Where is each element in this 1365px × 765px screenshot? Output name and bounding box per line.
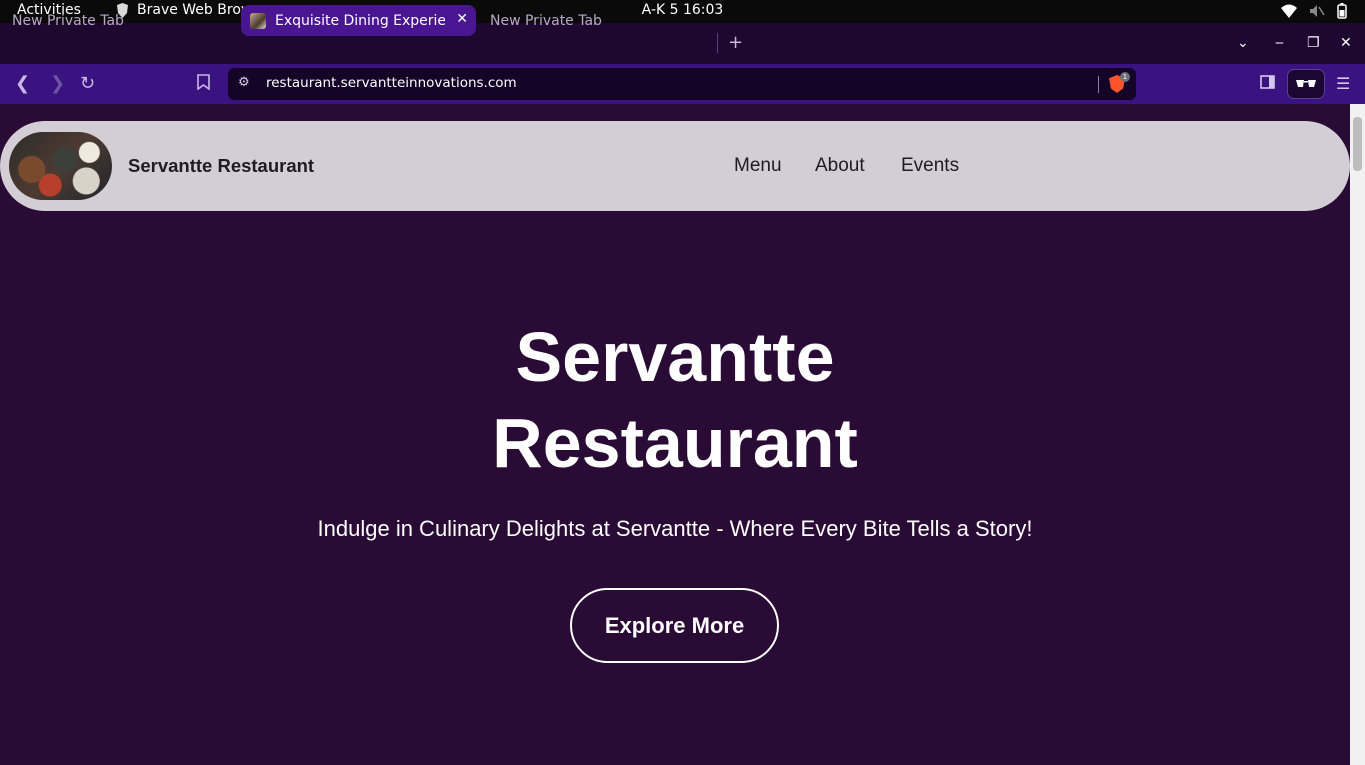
close-window-icon[interactable]: ✕ [1340,33,1352,53]
tab-list-chevron-down-icon[interactable]: ⌄ [1237,33,1249,53]
browser-toolbar: ❮ ❯ ↻ ⚙ restaurant.servantteinnovations.… [0,64,1365,104]
explore-more-button[interactable]: Explore More [570,588,779,663]
system-tray[interactable] [1281,3,1347,19]
page-scrollbar[interactable] [1350,104,1365,765]
reload-icon[interactable]: ↻ [80,74,95,94]
tab-new-private-2[interactable]: New Private Tab [478,5,713,36]
restaurant-logo-image[interactable] [9,132,112,200]
nav-link-menu[interactable]: Menu [734,155,782,177]
hero-title-line-2: Restaurant [492,404,858,482]
tab-title: New Private Tab [490,12,602,29]
forward-arrow-icon[interactable]: ❯ [50,74,65,94]
nav-link-about[interactable]: About [815,155,865,177]
private-window-glasses-icon[interactable] [1287,69,1325,99]
close-tab-icon[interactable]: ✕ [456,11,468,27]
site-navbar: Servantte Restaurant Menu About Events [0,121,1350,211]
shields-count-badge: 1 [1120,72,1130,82]
site-settings-icon[interactable]: ⚙ [238,75,250,90]
wifi-icon [1281,4,1297,18]
nav-link-events[interactable]: Events [901,155,959,177]
address-bar[interactable]: ⚙ restaurant.servantteinnovations.com 1 [228,68,1136,100]
hero-title: Servantte Restaurant [0,314,1350,486]
restaurant-favicon-icon [250,12,266,29]
tab-title: New Private Tab [12,12,124,29]
hero-subtitle: Indulge in Culinary Delights at Servantt… [317,516,1033,541]
volume-muted-icon [1310,5,1325,17]
hero-title-line-1: Servantte [515,318,835,396]
bookmark-icon[interactable] [197,74,210,95]
url-text[interactable]: restaurant.servantteinnovations.com [266,75,517,91]
page-viewport: Servantte Restaurant Menu About Events S… [0,104,1350,765]
new-tab-button[interactable]: + [728,33,743,53]
tab-exquisite-dining[interactable]: Exquisite Dining Experience ✕ [241,5,476,36]
battery-icon [1337,3,1347,19]
scrollbar-thumb[interactable] [1353,117,1362,171]
back-arrow-icon[interactable]: ❮ [15,74,30,94]
tab-new-private-1[interactable]: New Private Tab [0,5,235,36]
site-brand-name[interactable]: Servantte Restaurant [128,155,314,177]
tab-separator [717,33,718,53]
main-menu-hamburger-icon[interactable]: ☰ [1336,74,1350,94]
tab-title: Exquisite Dining Experience [275,12,445,29]
minimize-window-icon[interactable]: ‒ [1275,33,1284,53]
sidebar-toggle-icon[interactable] [1260,74,1275,94]
restore-window-icon[interactable]: ❐ [1307,33,1320,53]
url-divider [1098,76,1099,93]
